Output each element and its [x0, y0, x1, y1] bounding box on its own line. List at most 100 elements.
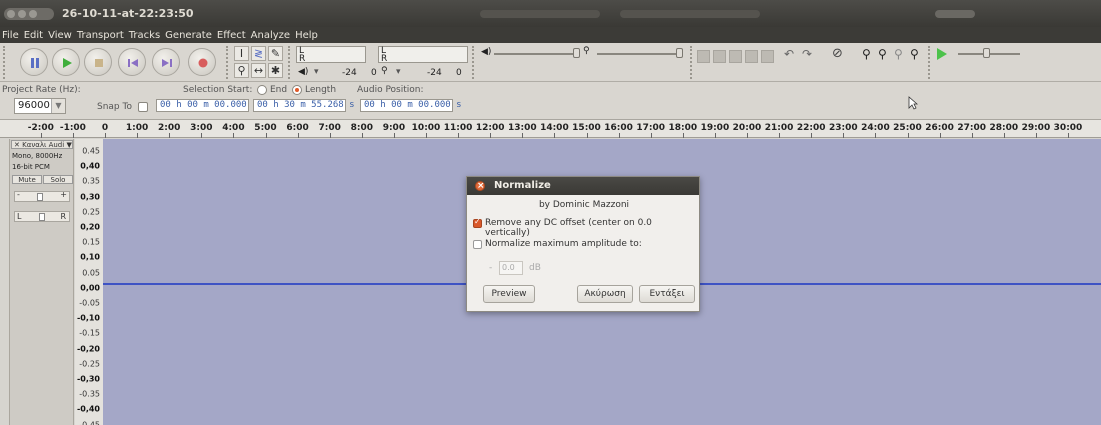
gain-knob[interactable] [37, 193, 43, 201]
normalize-amplitude-label: Normalize maximum amplitude to: [485, 239, 642, 249]
play-at-speed-icon[interactable] [937, 48, 947, 60]
ruler-tick-label: 22:00 [796, 123, 826, 133]
zoom-tool-icon[interactable]: ⚲ [234, 63, 249, 78]
project-rate-select[interactable]: 96000 ▼ [14, 98, 66, 114]
ruler-tick-label: 28:00 [989, 123, 1019, 133]
ruler-tick-mark [1035, 133, 1037, 138]
ruler-tick-mark [747, 133, 748, 138]
close-dialog-icon[interactable] [475, 177, 485, 195]
output-volume-slider[interactable] [494, 53, 574, 55]
sync-lock-icon[interactable]: ⊘ [832, 46, 843, 61]
menu-effect[interactable]: Effect [217, 30, 246, 41]
trim-icon[interactable] [745, 50, 758, 63]
draw-tool-icon[interactable]: ✎ [268, 46, 283, 61]
close-track-icon[interactable]: ✕ [14, 141, 20, 149]
menu-analyze[interactable]: Analyze [251, 30, 290, 41]
pause-button[interactable] [20, 48, 48, 76]
menu-bar: File Edit View Transport Tracks Generate… [0, 27, 1101, 43]
gain-slider[interactable]: - + [14, 190, 70, 202]
paste-icon[interactable] [729, 50, 742, 63]
skip-end-button[interactable] [152, 48, 180, 76]
undo-icon[interactable]: ↶ [784, 47, 794, 61]
menu-tracks[interactable]: Tracks [129, 30, 160, 41]
window-controls[interactable] [4, 8, 54, 20]
amplitude-label: 0,20 [80, 222, 100, 232]
amplitude-label: -0.45 [79, 420, 100, 425]
chevron-down-icon[interactable]: ▼ [66, 141, 71, 149]
track-bitdepth: 16-bit PCM [12, 163, 50, 171]
amplitude-input[interactable]: 0.0 [499, 261, 523, 275]
zoom-in-icon[interactable]: ⚲ [862, 47, 871, 61]
dropdown-arrow-icon[interactable]: ▾ [314, 67, 319, 77]
silence-icon[interactable] [761, 50, 774, 63]
end-radio[interactable] [257, 85, 267, 95]
fit-project-icon[interactable]: ⚲ [910, 47, 919, 61]
mute-button[interactable]: Mute [12, 175, 42, 184]
toolbar-grip[interactable] [928, 46, 933, 79]
ruler-tick-label: 12:00 [475, 123, 505, 133]
audio-position-field[interactable]: 00 h 00 m 00.000 s [360, 99, 462, 112]
play-button[interactable] [52, 48, 80, 76]
input-volume-slider[interactable] [597, 53, 677, 55]
play-speed-knob[interactable] [983, 48, 990, 58]
remove-dc-checkbox[interactable] [473, 217, 482, 228]
menu-transport[interactable]: Transport [77, 30, 124, 41]
ruler-tick-label: 18:00 [668, 123, 698, 133]
menu-view[interactable]: View [48, 30, 72, 41]
ruler-tick-label: 26:00 [925, 123, 954, 133]
minimize-window-icon[interactable] [18, 10, 26, 18]
normalize-amplitude-checkbox[interactable] [473, 240, 482, 249]
solo-label: Solo [50, 176, 66, 184]
selection-tool-icon[interactable]: I [234, 46, 249, 61]
toolbar-grip[interactable] [3, 46, 8, 79]
selection-length-field[interactable]: 00 h 30 m 55.268 s [253, 99, 355, 112]
cut-icon[interactable] [697, 50, 710, 63]
toolbar-grip[interactable] [690, 46, 695, 79]
meter-scale-label: 0 [456, 68, 462, 78]
stop-button[interactable] [84, 48, 112, 76]
ruler-tick-label: 27:00 [957, 123, 987, 133]
skip-start-button[interactable] [118, 48, 146, 76]
window-title: 26-10-11-at-22:23:50 [62, 7, 194, 20]
pan-knob[interactable] [39, 213, 45, 221]
pan-slider[interactable]: L R [14, 211, 70, 222]
toolbar-grip[interactable] [472, 46, 477, 79]
record-meter[interactable]: L R [378, 46, 468, 64]
multi-tool-icon[interactable]: ✱ [268, 63, 283, 78]
playback-meter[interactable]: L R [296, 46, 366, 64]
envelope-tool-icon[interactable]: ≷ [251, 46, 266, 61]
ok-button[interactable]: Εντάξει [639, 285, 695, 303]
menu-help[interactable]: Help [295, 30, 318, 41]
input-volume-knob[interactable] [676, 48, 683, 58]
menu-generate[interactable]: Generate [165, 30, 212, 41]
snap-to-checkbox[interactable] [138, 102, 148, 112]
track-name-menu[interactable]: ✕ Καναλι Audi ▼ [11, 140, 73, 149]
preview-button[interactable]: Preview [483, 285, 535, 303]
output-volume-knob[interactable] [573, 48, 580, 58]
redo-icon[interactable]: ↷ [802, 47, 812, 61]
solo-button[interactable]: Solo [43, 175, 73, 184]
selection-length-value: 00 h 30 m 55.268 s [257, 100, 355, 110]
microphone-icon[interactable]: ⚲ [381, 66, 388, 76]
dropdown-arrow-icon[interactable]: ▾ [396, 67, 401, 77]
record-button[interactable] [188, 48, 216, 76]
amplitude-label: 0,00 [80, 283, 100, 293]
menu-file[interactable]: File [2, 30, 19, 41]
cancel-button[interactable]: Ακύρωση [577, 285, 633, 303]
length-radio[interactable] [292, 85, 302, 95]
ruler-tick-mark [1003, 133, 1005, 138]
close-window-icon[interactable] [7, 10, 15, 18]
ruler-tick-mark [137, 133, 139, 138]
speaker-icon[interactable]: ◀) [298, 67, 308, 77]
copy-icon[interactable] [713, 50, 726, 63]
toolbar-grip[interactable] [226, 46, 231, 79]
timeshift-tool-icon[interactable]: ↔ [251, 63, 266, 78]
chevron-down-icon[interactable]: ▼ [51, 99, 65, 113]
fit-selection-icon[interactable]: ⚲ [894, 47, 903, 61]
menu-edit[interactable]: Edit [24, 30, 43, 41]
selection-start-field[interactable]: 00 h 00 m 00.000 s [156, 99, 258, 112]
maximize-window-icon[interactable] [29, 10, 37, 18]
zoom-out-icon[interactable]: ⚲ [878, 47, 887, 61]
timeline-ruler[interactable]: -2:00 -1:00 0 1:00 2:00 3:00 4:00 5:00 6:00 7:00 8… [0, 120, 1101, 138]
toolbar-grip[interactable] [288, 46, 293, 79]
